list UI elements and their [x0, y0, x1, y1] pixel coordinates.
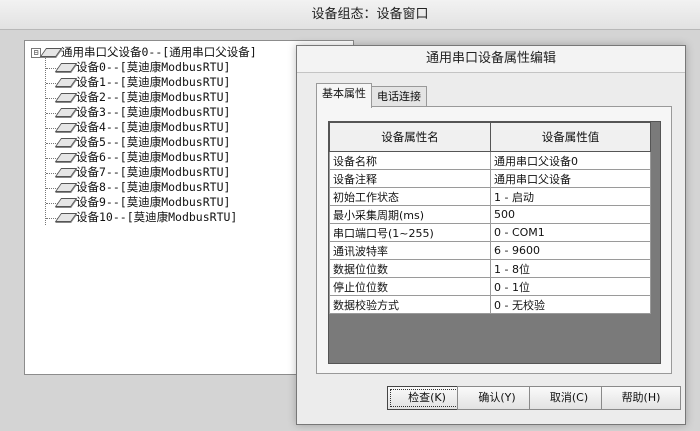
property-row[interactable]: 停止位位数 0 - 1位: [329, 277, 651, 296]
device-icon: [54, 153, 78, 162]
device-icon: [54, 213, 78, 222]
tree-child-node[interactable]: 设备2--[莫迪康ModbusRTU]: [54, 90, 231, 105]
device-icon: [54, 168, 78, 177]
tab-phone-connection[interactable]: 电话连接: [371, 86, 427, 107]
property-row[interactable]: 串口端口号(1~255) 0 - COM1: [329, 223, 651, 242]
cancel-button[interactable]: 取消(C): [529, 386, 609, 410]
property-name-cell: 停止位位数: [329, 277, 491, 296]
property-name-cell: 通讯波特率: [329, 241, 491, 260]
tree-child-node[interactable]: 设备4--[莫迪康ModbusRTU]: [54, 120, 231, 135]
property-grid-area: 设备属性名 设备属性值 设备名称 通用串口父设备0 设备注释 通用串口父设备 初始工作状…: [328, 121, 661, 364]
property-value-cell[interactable]: 0 - 无校验: [490, 295, 651, 314]
device-icon: [39, 48, 63, 57]
tab-page: 设备属性名 设备属性值 设备名称 通用串口父设备0 设备注释 通用串口父设备 初始工作状…: [316, 106, 672, 374]
tree-root-label: 通用串口父设备0--[通用串口父设备]: [61, 45, 257, 59]
property-name-cell: 设备注释: [329, 169, 491, 188]
tree-child-label: 设备2--[莫迪康ModbusRTU]: [76, 90, 231, 104]
tab-basic-properties[interactable]: 基本属性: [316, 83, 372, 108]
property-row[interactable]: 设备注释 通用串口父设备: [329, 169, 651, 188]
tree-child-label: 设备6--[莫迪康ModbusRTU]: [76, 150, 231, 164]
property-row[interactable]: 最小采集周期(ms) 500: [329, 205, 651, 224]
property-name-cell: 串口端口号(1~255): [329, 223, 491, 242]
column-header-name: 设备属性名: [329, 122, 491, 152]
tree-child-node[interactable]: 设备10--[莫迪康ModbusRTU]: [54, 210, 238, 225]
device-icon: [54, 183, 78, 192]
tree-child-node[interactable]: 设备0--[莫迪康ModbusRTU]: [54, 60, 231, 75]
property-name-cell: 最小采集周期(ms): [329, 205, 491, 224]
tree-child-label: 设备7--[莫迪康ModbusRTU]: [76, 165, 231, 179]
column-header-value: 设备属性值: [490, 122, 651, 152]
device-icon: [54, 138, 78, 147]
property-name-cell: 数据位位数: [329, 259, 491, 278]
device-icon: [54, 108, 78, 117]
tree-child-node[interactable]: 设备1--[莫迪康ModbusRTU]: [54, 75, 231, 90]
property-row[interactable]: 初始工作状态 1 - 启动: [329, 187, 651, 206]
tree-connector-line: [45, 55, 46, 225]
device-icon: [54, 63, 78, 72]
property-value-cell[interactable]: 通用串口父设备: [490, 169, 651, 188]
property-row[interactable]: 数据位位数 1 - 8位: [329, 259, 651, 278]
property-name-cell: 设备名称: [329, 151, 491, 170]
properties-dialog: 通用串口设备属性编辑 基本属性 电话连接 设备属性名 设备属性值 设备名称 通用串…: [296, 45, 686, 425]
device-icon: [54, 198, 78, 207]
property-grid: 设备属性名 设备属性值 设备名称 通用串口父设备0 设备注释 通用串口父设备 初始工作状…: [329, 122, 651, 314]
tree-child-label: 设备3--[莫迪康ModbusRTU]: [76, 105, 231, 119]
property-value-cell[interactable]: 0 - 1位: [490, 277, 651, 296]
tree-child-node[interactable]: 设备3--[莫迪康ModbusRTU]: [54, 105, 231, 120]
property-value-cell[interactable]: 通用串口父设备0: [490, 151, 651, 170]
device-icon: [54, 93, 78, 102]
window-title: 设备组态：设备窗口: [0, 0, 700, 30]
property-name-cell: 初始工作状态: [329, 187, 491, 206]
tree-child-label: 设备10--[莫迪康ModbusRTU]: [76, 210, 238, 224]
property-value-cell[interactable]: 500: [490, 205, 651, 224]
property-value-cell[interactable]: 1 - 启动: [490, 187, 651, 206]
device-icon: [54, 123, 78, 132]
property-value-cell[interactable]: 6 - 9600: [490, 241, 651, 260]
tree-child-label: 设备5--[莫迪康ModbusRTU]: [76, 135, 231, 149]
tree-child-node[interactable]: 设备6--[莫迪康ModbusRTU]: [54, 150, 231, 165]
tree-child-label: 设备0--[莫迪康ModbusRTU]: [76, 60, 231, 74]
property-value-cell[interactable]: 0 - COM1: [490, 223, 651, 242]
property-value-cell[interactable]: 1 - 8位: [490, 259, 651, 278]
tree-child-node[interactable]: 设备7--[莫迪康ModbusRTU]: [54, 165, 231, 180]
tree-child-node[interactable]: 设备5--[莫迪康ModbusRTU]: [54, 135, 231, 150]
device-icon: [54, 78, 78, 87]
dialog-title: 通用串口设备属性编辑: [297, 46, 685, 73]
check-button[interactable]: 检查(K): [387, 386, 467, 410]
tree-child-node[interactable]: 设备8--[莫迪康ModbusRTU]: [54, 180, 231, 195]
property-row[interactable]: 通讯波特率 6 - 9600: [329, 241, 651, 260]
tree-child-node[interactable]: 设备9--[莫迪康ModbusRTU]: [54, 195, 231, 210]
help-button[interactable]: 帮助(H): [601, 386, 681, 410]
tree-child-label: 设备9--[莫迪康ModbusRTU]: [76, 195, 231, 209]
tree-child-label: 设备1--[莫迪康ModbusRTU]: [76, 75, 231, 89]
property-name-cell: 数据校验方式: [329, 295, 491, 314]
tree-child-label: 设备4--[莫迪康ModbusRTU]: [76, 120, 231, 134]
property-row[interactable]: 设备名称 通用串口父设备0: [329, 151, 651, 170]
ok-button[interactable]: 确认(Y): [457, 386, 537, 410]
property-row[interactable]: 数据校验方式 0 - 无校验: [329, 295, 651, 314]
tree-root-node[interactable]: ⊟ 通用串口父设备0--[通用串口父设备]: [31, 45, 257, 60]
tree-child-label: 设备8--[莫迪康ModbusRTU]: [76, 180, 231, 194]
